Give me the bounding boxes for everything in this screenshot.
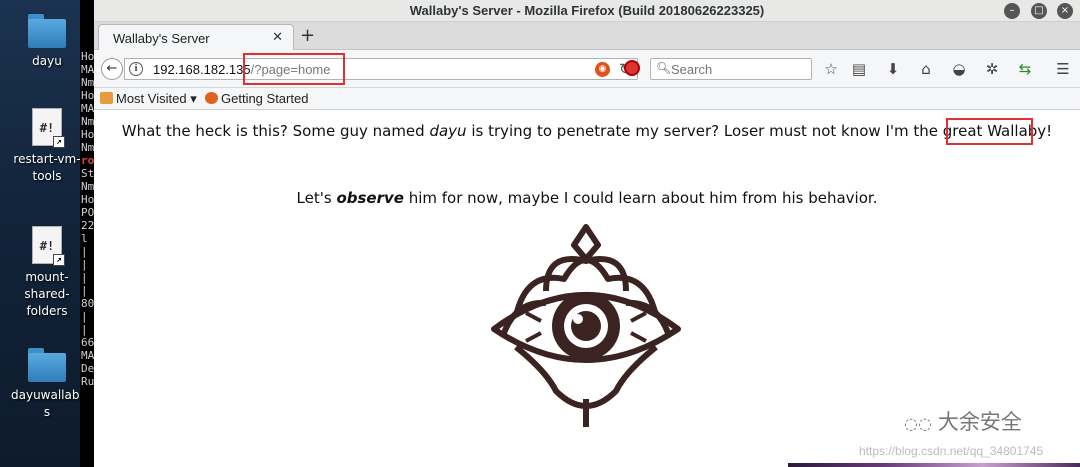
terminal-line: MA [81,102,94,115]
new-tab-button[interactable]: + [300,25,315,46]
watermark-url: https://blog.csdn.net/qq_34801745 [859,444,1044,458]
terminal-line: Nm [81,180,94,193]
menu-icon[interactable]: ☰ [1054,60,1072,78]
folder-icon [28,348,66,382]
terminal-line: | [81,284,88,297]
intro-text: What the heck is this? Some guy named da… [94,122,1080,140]
pocket-icon[interactable]: ◒ [950,60,968,78]
terminal-line: | [81,310,88,323]
wechat-icon: ◌◌ [904,414,932,433]
close-tab-icon[interactable]: ✕ [272,30,283,45]
download-icon[interactable]: ⬇ [884,60,902,78]
corner-image-fragment [788,463,1080,467]
bookmark-getting-started[interactable]: Getting Started [205,91,308,106]
bookmark-label: Most Visited [116,91,187,106]
all-seeing-eye-image [491,224,681,427]
search-bar[interactable]: 🔍︎ [650,58,812,80]
observe-text: Let's observe him for now, maybe I could… [94,189,1080,207]
terminal-line: | [81,271,88,284]
ubuntu-icon[interactable]: ◉ [595,62,610,77]
terminal-line: De [81,362,94,375]
terminal-line: Ru [81,375,94,388]
bookmark-most-visited[interactable]: Most Visited ▾ [100,91,197,107]
terminal-line: Nm [81,76,94,89]
terminal-line: ro [81,154,94,167]
script-icon: #! ↗ [32,108,65,148]
script-icon: #! ↗ [32,226,65,266]
terminal-line: Ho [81,89,94,102]
intruder-name: dayu [429,122,467,140]
maximize-button[interactable]: □ [1031,3,1047,19]
terminal-line: St [81,167,94,180]
desktop-icon-label: mount-shared-folders [24,270,70,318]
tab-bar: Wallaby's Server ✕ + [94,22,1080,51]
name-highlight-box [946,118,1033,145]
observe-text-start: Let's [296,189,337,207]
info-icon[interactable]: i [129,62,143,76]
terminal-line: | [81,323,88,336]
terminal-line: Nm [81,141,94,154]
desktop-icon-label: dayu [32,54,62,68]
terminal-window[interactable]: Ho MA Nm Ho MA Nm Ho Nm ro St Nm Ho PO 22 l | | | | 80 | | 66 M… [80,0,94,467]
intro-text-start: What the heck is this? Some guy named [121,122,430,140]
minimize-button[interactable]: – [1004,3,1020,19]
extension-icon[interactable]: ✲ [983,60,1001,78]
url-bar[interactable]: i 192.168.182.135/?page=home ◉ ↻ [124,58,638,80]
firefox-icon [205,92,218,104]
terminal-line: 80 [81,297,94,310]
terminal-line: Ho [81,50,94,63]
desktop-icon-label: dayuwallaby s [11,388,87,419]
observe-text-end: him for now, maybe I could learn about h… [403,189,878,207]
watermark-brand: ◌◌ 大余安全 [904,406,1022,436]
observe-emphasis: observe [336,189,404,207]
url-host: 192.168.182.135 [153,62,251,77]
bookmark-star-icon[interactable]: ☆ [822,60,840,78]
window-titlebar[interactable]: Wallaby's Server - Mozilla Firefox (Buil… [94,0,1080,22]
bookmarks-toolbar: Most Visited ▾ Getting Started [94,88,1080,110]
close-window-button[interactable]: × [1057,3,1073,19]
window-title: Wallaby's Server - Mozilla Firefox (Buil… [409,3,765,18]
terminal-line: l [81,232,88,245]
search-input[interactable] [671,61,806,77]
watermark-brand-text: 大余安全 [937,410,1022,434]
navigation-toolbar: ← i 192.168.182.135/?page=home ◉ ↻ 🔍︎ ☆ … [94,50,1080,88]
search-icon: 🔍︎ [656,61,672,75]
page-content: What the heck is this? Some guy named da… [94,111,1080,467]
bookmark-label: Getting Started [221,91,309,106]
terminal-line: PO [81,206,94,219]
folder-icon [100,92,113,104]
terminal-line: MA [81,349,94,362]
proxy-switch-icon[interactable]: ⇆ [1016,60,1034,78]
terminal-line: Ho [81,128,94,141]
terminal-line: | [81,258,88,271]
terminal-line: | [81,245,88,258]
url-highlight-box [243,53,345,85]
back-button[interactable]: ← [101,58,123,80]
terminal-line: 66 [81,336,94,349]
blocker-icon[interactable] [624,60,640,76]
reader-list-icon[interactable]: ▤ [850,60,868,78]
firefox-window: Wallaby's Server - Mozilla Firefox (Buil… [94,0,1080,467]
tab-label: Wallaby's Server [113,31,210,46]
terminal-line: MA [81,63,94,76]
terminal-line: 22 [81,219,94,232]
terminal-line: Nm [81,115,94,128]
home-icon[interactable]: ⌂ [917,60,935,78]
terminal-line: Ho [81,193,94,206]
desktop-icon-label: restart-vm-tools [13,152,81,183]
intro-text-middle: is trying to penetrate my server? Loser … [466,122,988,140]
tab-wallabys-server[interactable]: Wallaby's Server ✕ [98,24,294,51]
folder-icon [28,14,66,48]
